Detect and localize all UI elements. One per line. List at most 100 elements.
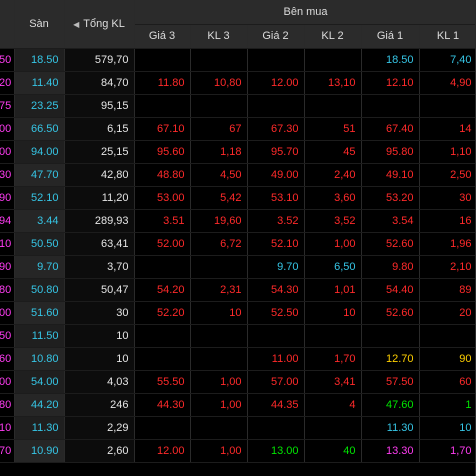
- buy-vol1-cell: 4,90: [419, 71, 476, 95]
- buy-price1-cell: 49.10: [361, 163, 420, 187]
- ref-price-cell: 50: [0, 48, 15, 72]
- buy-vol3-cell: 1,00: [190, 370, 248, 394]
- total-volume-cell: 10: [64, 347, 135, 371]
- price-board-table: Sàn ◀ Tổng KL Bên mua Giá 3 KL 3 Giá 2 KL…: [0, 0, 476, 463]
- vol1-header[interactable]: KL 1: [419, 24, 476, 49]
- ref-price-cell: 00: [0, 117, 15, 141]
- buy-vol1-cell: 30: [419, 186, 476, 210]
- buy-price1-cell: 47.60: [361, 393, 420, 417]
- table-row[interactable]: 00 51.60 30 52.20 10 52.50 10 52.60 20: [0, 301, 476, 325]
- buy-price3-cell: 54.20: [134, 278, 191, 302]
- table-row[interactable]: 70 10.90 2,60 12.00 1,00 13.00 40 13.30 1,70: [0, 439, 476, 463]
- buy-price3-cell: 48.80: [134, 163, 191, 187]
- total-volume-cell: 6,15: [64, 117, 135, 141]
- buy-vol1-cell: 16: [419, 209, 476, 233]
- table-row[interactable]: 50 11.50 10: [0, 324, 476, 348]
- ref-price-cell: 60: [0, 347, 15, 371]
- table-row[interactable]: 20 11.40 84,70 11.80 10,80 12.00 13,10 12.10 4,9…: [0, 71, 476, 95]
- buy-vol1-cell: 14: [419, 117, 476, 141]
- table-row[interactable]: 10 50.50 63,41 52.00 6,72 52.10 1,00 52.60 1,96: [0, 232, 476, 256]
- buy-vol1-cell: 60: [419, 370, 476, 394]
- buy-price2-cell: [247, 324, 305, 348]
- buy-price1-cell: 53.20: [361, 186, 420, 210]
- total-volume-cell: 63,41: [64, 232, 135, 256]
- buy-vol2-cell: 51: [304, 117, 362, 141]
- floor-price-cell: 11.50: [14, 324, 65, 348]
- vol3-header[interactable]: KL 3: [190, 24, 248, 49]
- buy-vol3-cell: 6,72: [190, 232, 248, 256]
- table-row[interactable]: 80 50.80 50,47 54.20 2,31 54.30 1,01 54.40 89: [0, 278, 476, 302]
- total-volume-header[interactable]: ◀ Tổng KL: [64, 0, 135, 49]
- buy-price3-cell: 95.60: [134, 140, 191, 164]
- table-row[interactable]: 90 52.10 11,20 53.00 5,42 53.10 3,60 53.20 30: [0, 186, 476, 210]
- buy-price1-cell: 3.54: [361, 209, 420, 233]
- table-row[interactable]: 10 11.30 2,29 11.30 10: [0, 416, 476, 440]
- table-row[interactable]: 75 23.25 95,15: [0, 94, 476, 118]
- floor-price-cell: 11.40: [14, 71, 65, 95]
- buy-price2-cell: 57.00: [247, 370, 305, 394]
- buy-vol2-cell: 3,52: [304, 209, 362, 233]
- buy-price1-cell: 12.70: [361, 347, 420, 371]
- table-row[interactable]: 80 44.20 246 44.30 1,00 44.35 4 47.60 1: [0, 393, 476, 417]
- price3-header[interactable]: Giá 3: [134, 24, 191, 49]
- ref-price-cell: 30: [0, 163, 15, 187]
- buy-vol2-cell: 1,01: [304, 278, 362, 302]
- buy-price3-cell: [134, 94, 191, 118]
- ref-price-cell: 80: [0, 278, 15, 302]
- price1-header[interactable]: Giá 1: [361, 24, 420, 49]
- buy-vol3-cell: [190, 255, 248, 279]
- total-volume-cell: 50,47: [64, 278, 135, 302]
- buy-price3-cell: 53.00: [134, 186, 191, 210]
- floor-price-cell: 66.50: [14, 117, 65, 141]
- table-row[interactable]: 90 9.70 3,70 9.70 6,50 9.80 2,10: [0, 255, 476, 279]
- table-row[interactable]: 30 47.70 42,80 48.80 4,50 49.00 2,40 49.10 2,50: [0, 163, 476, 187]
- total-volume-cell: 4,03: [64, 370, 135, 394]
- buy-vol1-cell: [419, 94, 476, 118]
- buy-price1-cell: 12.10: [361, 71, 420, 95]
- floor-price-cell: 94.00: [14, 140, 65, 164]
- table-row[interactable]: 00 94.00 25,15 95.60 1,18 95.70 45 95.80 1,10: [0, 140, 476, 164]
- buy-price2-cell: 12.00: [247, 71, 305, 95]
- buy-price2-cell: 67.30: [247, 117, 305, 141]
- buy-price1-cell: 9.80: [361, 255, 420, 279]
- ref-price-cell: 10: [0, 232, 15, 256]
- buy-vol1-cell: 10: [419, 416, 476, 440]
- table-row[interactable]: 50 18.50 579,70 18.50 7,40: [0, 48, 476, 72]
- buy-vol3-cell: 1,18: [190, 140, 248, 164]
- buy-vol3-cell: [190, 416, 248, 440]
- table-row[interactable]: 00 54.00 4,03 55.50 1,00 57.00 3,41 57.50 60: [0, 370, 476, 394]
- total-volume-cell: 10: [64, 324, 135, 348]
- buy-price2-cell: 13.00: [247, 439, 305, 463]
- table-row[interactable]: 60 10.80 10 11.00 1,70 12.70 90: [0, 347, 476, 371]
- floor-price-cell: 47.70: [14, 163, 65, 187]
- floor-price-cell: 44.20: [14, 393, 65, 417]
- floor-price-header[interactable]: Sàn: [14, 0, 65, 49]
- floor-price-cell: 23.25: [14, 94, 65, 118]
- buy-price2-cell: 53.10: [247, 186, 305, 210]
- price2-header[interactable]: Giá 2: [247, 24, 305, 49]
- floor-price-cell: 51.60: [14, 301, 65, 325]
- floor-price-cell: 3.44: [14, 209, 65, 233]
- buy-vol3-cell: 5,42: [190, 186, 248, 210]
- buy-price3-cell: [134, 48, 191, 72]
- table-row[interactable]: 00 66.50 6,15 67.10 67 67.30 51 67.40 14: [0, 117, 476, 141]
- buy-price1-cell: 13.30: [361, 439, 420, 463]
- triangle-left-icon[interactable]: ◀: [73, 20, 79, 29]
- floor-price-cell: 52.10: [14, 186, 65, 210]
- board-body: 50 18.50 579,70 18.50 7,40 20 11.40 84,70 11.80 1…: [0, 48, 476, 463]
- buy-price2-cell: 3.52: [247, 209, 305, 233]
- buy-price3-cell: 67.10: [134, 117, 191, 141]
- ref-price-cell: 50: [0, 324, 15, 348]
- total-volume-cell: 25,15: [64, 140, 135, 164]
- buy-vol1-cell: 90: [419, 347, 476, 371]
- buy-vol1-cell: 7,40: [419, 48, 476, 72]
- ref-price-cell: 00: [0, 370, 15, 394]
- buy-vol3-cell: 1,00: [190, 393, 248, 417]
- vol2-header[interactable]: KL 2: [304, 24, 362, 49]
- table-row[interactable]: 94 3.44 289,93 3.51 19,60 3.52 3,52 3.54 16: [0, 209, 476, 233]
- buy-vol1-cell: 1,70: [419, 439, 476, 463]
- buy-vol2-cell: 13,10: [304, 71, 362, 95]
- ref-price-cell: 00: [0, 301, 15, 325]
- buy-vol1-cell: 2,50: [419, 163, 476, 187]
- buy-price3-cell: 12.00: [134, 439, 191, 463]
